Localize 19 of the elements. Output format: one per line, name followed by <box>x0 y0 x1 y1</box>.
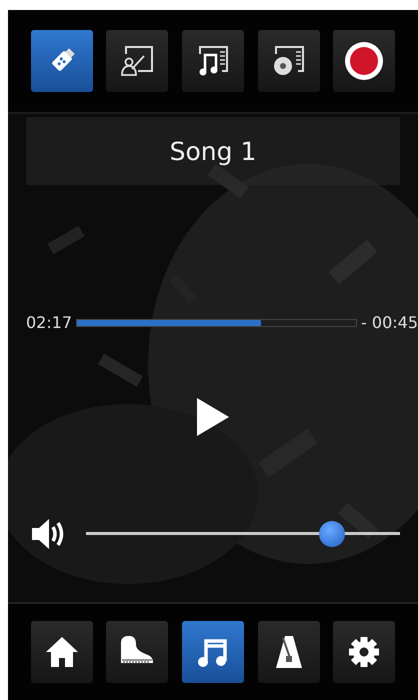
elapsed-time: 02:17 <box>26 313 72 332</box>
piano-tab[interactable] <box>106 621 168 683</box>
settings-icon <box>347 635 382 669</box>
volume-icon <box>30 517 66 551</box>
metronome-icon <box>274 634 304 670</box>
song-title: Song 1 <box>170 136 256 166</box>
usb-tab[interactable] <box>30 30 93 92</box>
remaining-time: - 00:45 <box>361 313 418 332</box>
record-tab[interactable] <box>333 30 396 92</box>
song-list-tab[interactable] <box>182 30 244 92</box>
progress-bar[interactable] <box>76 318 358 326</box>
record-icon <box>344 41 384 81</box>
home-icon <box>44 635 80 669</box>
disc-list-tab[interactable] <box>258 30 320 92</box>
lesson-tab[interactable] <box>106 30 168 92</box>
metronome-tab[interactable] <box>258 621 320 683</box>
music-tab[interactable] <box>182 621 244 683</box>
home-tab[interactable] <box>30 621 93 683</box>
settings-tab[interactable] <box>333 621 396 683</box>
